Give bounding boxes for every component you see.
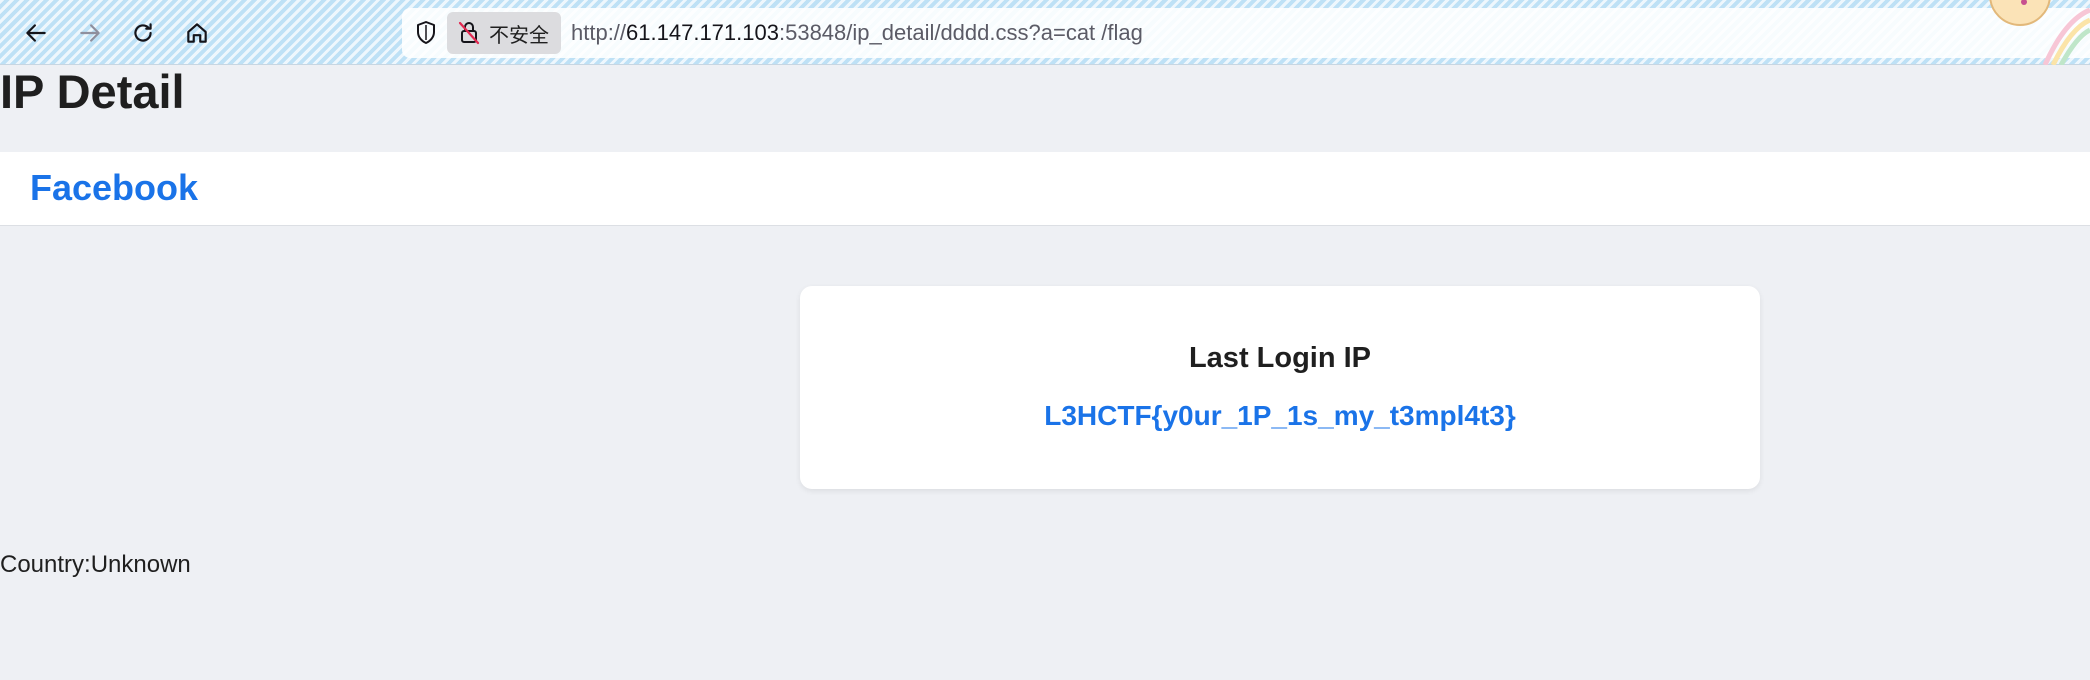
reload-button[interactable] xyxy=(124,14,162,52)
country-text: Country:Unknown xyxy=(0,551,191,578)
site-header: Facebook xyxy=(0,152,2090,226)
last-login-card: Last Login IP L3HCTF{y0ur_1P_1s_my_t3mpl… xyxy=(800,286,1760,489)
insecure-lock-icon xyxy=(458,21,480,45)
site-security-button[interactable]: 不安全 xyxy=(447,12,561,54)
brand-link[interactable]: Facebook xyxy=(30,167,198,209)
insecure-label: 不安全 xyxy=(489,22,549,47)
url-scheme: http:// xyxy=(571,20,627,45)
url-host: 61.147.171.103 xyxy=(626,20,779,45)
shield-icon xyxy=(417,21,435,44)
forward-button[interactable] xyxy=(71,14,109,52)
browser-toolbar: 不安全 http://61.147.171.103:53848/ip_detai… xyxy=(0,0,2090,65)
theme-decoration xyxy=(1950,0,2090,65)
arrow-right-icon xyxy=(80,24,100,42)
address-bar[interactable]: 不安全 http://61.147.171.103:53848/ip_detai… xyxy=(402,8,2090,58)
page-title: IP Detail xyxy=(0,65,185,118)
url-path: :53848/ip_detail/dddd.css?a=cat /flag xyxy=(778,20,1143,45)
last-login-ip-value: L3HCTF{y0ur_1P_1s_my_t3mpl4t3} xyxy=(1044,400,1516,431)
home-icon xyxy=(187,23,207,43)
url-text[interactable]: http://61.147.171.103:53848/ip_detail/dd… xyxy=(571,20,1143,46)
reload-icon xyxy=(134,23,152,42)
tracking-protection-button[interactable] xyxy=(411,18,441,48)
arrow-left-icon xyxy=(26,24,46,42)
back-button[interactable] xyxy=(17,14,55,52)
home-button[interactable] xyxy=(178,14,216,52)
card-title: Last Login IP xyxy=(1188,342,1372,374)
